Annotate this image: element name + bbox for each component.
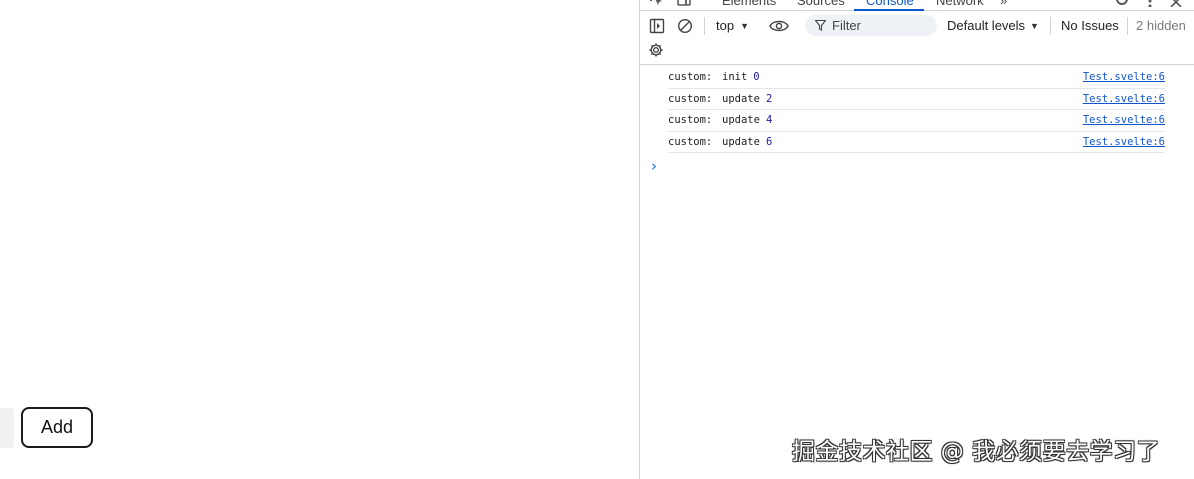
toolbar-separator bbox=[1050, 17, 1051, 35]
log-label: custom: bbox=[668, 114, 713, 127]
source-link[interactable]: Test.svelte:6 bbox=[1083, 136, 1165, 148]
source-link[interactable]: Test.svelte:6 bbox=[1083, 71, 1165, 83]
log-text: update bbox=[722, 114, 760, 127]
tab-sources[interactable]: Sources bbox=[797, 0, 845, 8]
log-label: custom: bbox=[668, 135, 713, 148]
chevron-down-icon: ▼ bbox=[740, 20, 749, 31]
tab-console[interactable]: Console bbox=[866, 0, 914, 8]
filter-placeholder: Filter bbox=[832, 18, 861, 33]
log-number: 6 bbox=[765, 135, 773, 148]
source-link[interactable]: Test.svelte:6 bbox=[1083, 114, 1165, 126]
active-tab-indicator bbox=[854, 9, 924, 11]
console-message: custom: update 6 Test.svelte:6 bbox=[668, 132, 1165, 153]
devtools-tab-bar: Elements Sources Console Network » bbox=[640, 0, 1194, 11]
input-field-edge[interactable] bbox=[0, 408, 14, 448]
log-levels-label: Default levels bbox=[947, 18, 1026, 33]
tab-elements[interactable]: Elements bbox=[722, 0, 776, 8]
log-levels-dropdown[interactable]: Default levels ▼ bbox=[947, 18, 1039, 33]
devtools-panel: Elements Sources Console Network » top ▼… bbox=[639, 0, 1194, 479]
console-message: custom: init 0 Test.svelte:6 bbox=[668, 67, 1165, 89]
toolbar-separator bbox=[704, 17, 705, 35]
close-devtools-icon[interactable] bbox=[1168, 0, 1184, 7]
console-message: custom: update 4 Test.svelte:6 bbox=[668, 110, 1165, 132]
log-number: 2 bbox=[765, 92, 773, 105]
console-prompt-chevron-icon[interactable]: › bbox=[651, 157, 657, 175]
log-text: update bbox=[722, 92, 760, 105]
sidebar-toggle-icon[interactable] bbox=[648, 17, 666, 35]
log-number: 0 bbox=[753, 71, 760, 84]
source-link[interactable]: Test.svelte:6 bbox=[1083, 93, 1165, 105]
more-tabs-chevron[interactable]: » bbox=[1000, 0, 1007, 8]
chevron-down-icon: ▼ bbox=[1030, 20, 1039, 31]
clear-console-icon[interactable] bbox=[676, 17, 694, 35]
context-selector-label: top bbox=[716, 18, 735, 33]
settings-gear-icon[interactable] bbox=[1114, 0, 1130, 7]
inspect-element-icon[interactable] bbox=[648, 0, 664, 7]
tab-network[interactable]: Network bbox=[936, 0, 984, 8]
context-selector[interactable]: top ▼ bbox=[716, 18, 749, 33]
issues-counter[interactable]: No Issues bbox=[1061, 18, 1119, 33]
log-text: init bbox=[722, 71, 748, 84]
add-button[interactable]: Add bbox=[21, 407, 93, 448]
log-label: custom: bbox=[668, 92, 713, 105]
hidden-messages-count: 2 hidden bbox=[1136, 18, 1186, 33]
console-divider bbox=[640, 64, 1194, 65]
log-text: update bbox=[722, 135, 760, 148]
filter-funnel-icon bbox=[815, 20, 826, 31]
log-number: 4 bbox=[765, 114, 773, 127]
page-viewport: Add bbox=[0, 0, 639, 479]
console-toolbar: top ▼ Filter Default levels ▼ No Issues … bbox=[640, 12, 1194, 40]
console-settings-gear-icon[interactable] bbox=[648, 42, 666, 60]
filter-input[interactable]: Filter bbox=[805, 15, 937, 36]
more-options-icon[interactable] bbox=[1142, 0, 1158, 7]
console-message: custom: update 2 Test.svelte:6 bbox=[668, 89, 1165, 110]
device-toolbar-icon[interactable] bbox=[676, 0, 692, 7]
log-label: custom: bbox=[668, 71, 713, 84]
console-messages: custom: init 0 Test.svelte:6 custom: upd… bbox=[668, 67, 1165, 153]
live-expression-eye-icon[interactable] bbox=[768, 17, 790, 35]
toolbar-separator bbox=[1127, 17, 1128, 35]
issues-label: No Issues bbox=[1061, 18, 1119, 33]
watermark: 掘金技术社区 @ 我必须要去学习了 bbox=[792, 439, 1161, 465]
hidden-label: 2 hidden bbox=[1136, 18, 1186, 33]
